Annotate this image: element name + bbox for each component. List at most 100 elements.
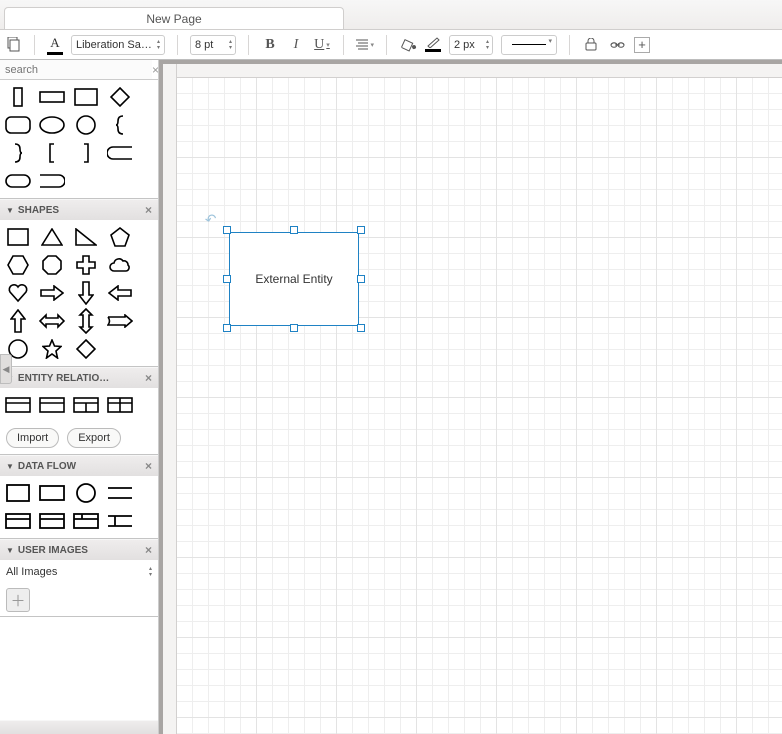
- canvas-grid[interactable]: ↶ External Entity: [177, 78, 782, 734]
- shape-arrow-up[interactable]: [4, 310, 32, 332]
- shape-er-grid2[interactable]: [106, 394, 134, 416]
- shape-bracket-right[interactable]: [72, 142, 100, 164]
- shape-df-rect2[interactable]: [38, 482, 66, 504]
- fill-group: 2 px ▴▾ ▾: [399, 30, 557, 59]
- bold-button[interactable]: B: [261, 36, 279, 54]
- shape-cloud[interactable]: [106, 254, 134, 276]
- add-image-button[interactable]: ＋: [6, 588, 30, 612]
- font-color-picker[interactable]: A: [47, 35, 63, 55]
- shape-pill-open[interactable]: [106, 142, 134, 164]
- shape-brace-right[interactable]: [4, 142, 32, 164]
- tab-title: New Page: [146, 12, 201, 26]
- shape-hrect[interactable]: [38, 86, 66, 108]
- shape-square[interactable]: [4, 226, 32, 248]
- link-icon[interactable]: [608, 36, 626, 54]
- page-tab[interactable]: New Page: [4, 7, 344, 29]
- shape-arrow-ud[interactable]: [72, 310, 100, 332]
- shape-roundrect[interactable]: [4, 114, 32, 136]
- close-icon[interactable]: ×: [145, 371, 152, 385]
- resize-handle-tm[interactable]: [290, 226, 298, 234]
- sidebar-footer-bar: [0, 720, 158, 734]
- stroke-color-button[interactable]: [425, 37, 441, 52]
- misc-group: +: [582, 30, 650, 59]
- resize-handle-mr[interactable]: [357, 275, 365, 283]
- user-images-select[interactable]: All Images ▴▾: [0, 560, 158, 584]
- shape-bracket-left[interactable]: [38, 142, 66, 164]
- section-header-entity[interactable]: ▼ ENTITY RELATIO… ×: [0, 367, 158, 388]
- resize-handle-bm[interactable]: [290, 324, 298, 332]
- shape-df-header2[interactable]: [38, 510, 66, 532]
- shape-heart[interactable]: [4, 282, 32, 304]
- close-icon[interactable]: ×: [145, 543, 152, 557]
- shape-diamond2[interactable]: [72, 338, 100, 360]
- shape-df-circle[interactable]: [72, 482, 100, 504]
- lock-icon[interactable]: [582, 36, 600, 54]
- shape-ellipse[interactable]: [38, 114, 66, 136]
- shape-brace-left[interactable]: [106, 114, 134, 136]
- shape-er-grid1[interactable]: [72, 394, 100, 416]
- shape-df-header3[interactable]: [72, 510, 100, 532]
- rotate-handle-icon[interactable]: ↶: [204, 210, 219, 229]
- shape-hexagon[interactable]: [4, 254, 32, 276]
- pages-icon[interactable]: [4, 36, 22, 54]
- sidebar-collapse-handle[interactable]: ◀: [0, 354, 12, 384]
- fill-color-button[interactable]: [399, 36, 417, 54]
- shape-pill-close[interactable]: [38, 170, 66, 192]
- shape-star[interactable]: [38, 338, 66, 360]
- resize-handle-ml[interactable]: [223, 275, 231, 283]
- font-family-select[interactable]: Liberation Sa… ▴▾: [71, 35, 165, 55]
- font-group: A Liberation Sa… ▴▾: [47, 30, 165, 59]
- shape-octagon[interactable]: [38, 254, 66, 276]
- shape-arrow-down[interactable]: [72, 282, 100, 304]
- search-input[interactable]: [0, 60, 152, 79]
- shape-circle[interactable]: [72, 114, 100, 136]
- shape-df-header1[interactable]: [4, 510, 32, 532]
- section-header-shapes[interactable]: ▼ SHAPES ×: [0, 199, 158, 220]
- selected-shape[interactable]: External Entity: [223, 226, 365, 332]
- shape-df-lines2[interactable]: [106, 510, 134, 532]
- align-button[interactable]: ▾: [356, 36, 374, 54]
- canvas[interactable]: ↶ External Entity: [159, 60, 782, 734]
- ruler-horizontal: [163, 64, 782, 78]
- resize-handle-tr[interactable]: [357, 226, 365, 234]
- shape-rect[interactable]: [72, 86, 100, 108]
- italic-button[interactable]: I: [287, 36, 305, 54]
- section-title: ENTITY RELATIO…: [18, 373, 109, 384]
- shape-er-table2[interactable]: [38, 394, 66, 416]
- shape-pentagon[interactable]: [106, 226, 134, 248]
- add-button[interactable]: +: [634, 37, 650, 53]
- shape-arrow-left[interactable]: [106, 282, 134, 304]
- resize-handle-br[interactable]: [357, 324, 365, 332]
- close-icon[interactable]: ×: [145, 203, 152, 217]
- chevron-down-icon: ▼: [6, 462, 14, 471]
- shape-body[interactable]: External Entity: [229, 232, 359, 326]
- close-icon[interactable]: ×: [145, 459, 152, 473]
- export-button[interactable]: Export: [67, 428, 121, 448]
- section-header-user-images[interactable]: ▼ USER IMAGES ×: [0, 539, 158, 560]
- shape-arrow-right[interactable]: [38, 282, 66, 304]
- stepper-icon: ▴▾: [149, 566, 152, 578]
- shape-er-table1[interactable]: [4, 394, 32, 416]
- section-header-dataflow[interactable]: ▼ DATA FLOW ×: [0, 455, 158, 476]
- shape-pill[interactable]: [4, 170, 32, 192]
- import-button[interactable]: Import: [6, 428, 59, 448]
- section-title: DATA FLOW: [18, 461, 76, 472]
- line-weight-select[interactable]: 2 px ▴▾: [449, 35, 493, 55]
- shape-plus[interactable]: [72, 254, 100, 276]
- section-shapes: ▼ SHAPES ×: [0, 199, 158, 367]
- resize-handle-bl[interactable]: [223, 324, 231, 332]
- shape-right-triangle[interactable]: [72, 226, 100, 248]
- shape-diamond[interactable]: [106, 86, 134, 108]
- clear-search-icon[interactable]: ×: [152, 63, 159, 77]
- shape-df-rect[interactable]: [4, 482, 32, 504]
- shape-arrow-lr[interactable]: [38, 310, 66, 332]
- shape-triangle[interactable]: [38, 226, 66, 248]
- line-style-select[interactable]: ▾: [501, 35, 557, 55]
- shape-df-lines[interactable]: [106, 482, 134, 504]
- font-size-select[interactable]: 8 pt ▴▾: [190, 35, 236, 55]
- shape-vrect[interactable]: [4, 86, 32, 108]
- underline-button[interactable]: U▾: [313, 36, 331, 54]
- shape-arrow-block[interactable]: [106, 310, 134, 332]
- resize-handle-tl[interactable]: [223, 226, 231, 234]
- ruler-vertical: [163, 64, 177, 734]
